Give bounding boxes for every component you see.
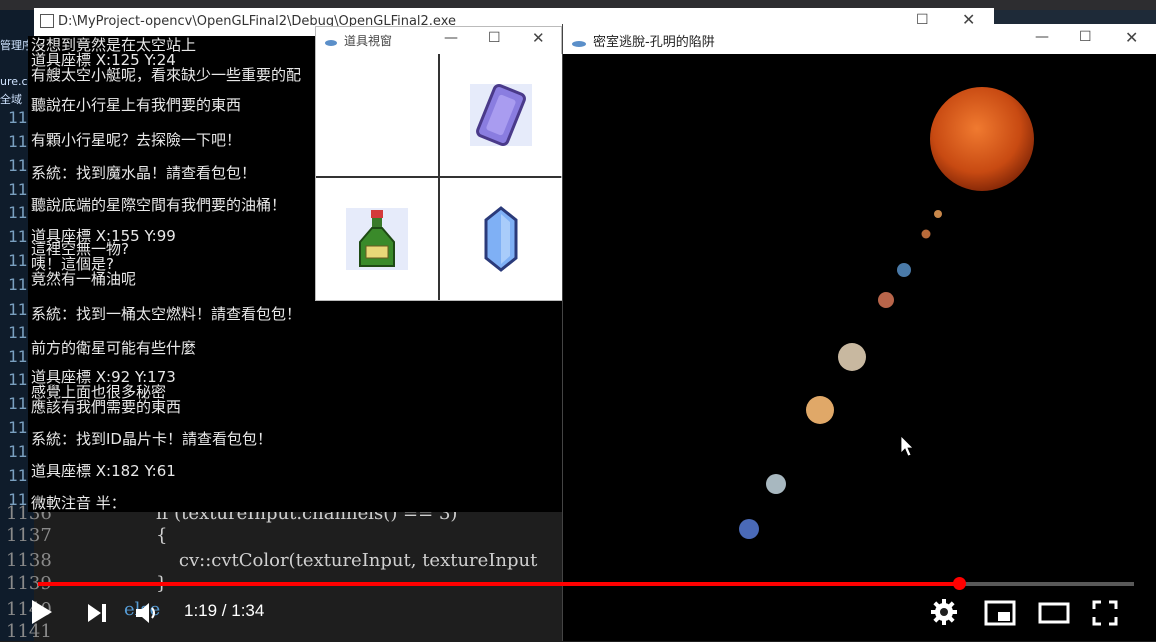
code-line: { [156,525,168,546]
minimize-icon[interactable]: — [444,30,458,46]
items-window-title: 道具視窗 [344,34,393,48]
purple-crystal-card-icon [470,83,532,147]
console-line: 微軟注音 半： [31,494,126,512]
console-line: 聽說在小行星上有我們要的東西 [31,96,242,114]
console-line: 道具座標 X:182 Y:61 [31,462,176,480]
uranus-planet[interactable] [766,474,786,494]
maximize-icon[interactable]: ☐ [1079,29,1092,45]
blue-crystal-icon [484,206,518,272]
console-line: 竟然有一桶油呢 [31,270,137,288]
line-number: 1137 [6,525,52,546]
progress-bar-played [38,582,959,586]
console-line: 系統：找到魔水晶！請查看包包！ [31,164,257,182]
mercury-planet[interactable] [934,210,942,218]
line-number: 1138 [6,550,52,571]
jupiter-planet[interactable] [838,343,866,371]
green-fuel-bottle-icon [346,208,408,270]
code-line: cv::cvtColor(textureInput, textureInput [156,550,538,571]
console-line: 聽說底端的星際空間有我們要的油桶！ [31,196,287,214]
inventory-slot-empty[interactable] [316,54,438,176]
minimize-icon[interactable]: — [1035,29,1049,45]
game-window[interactable]: 密室逃脫-孔明的陷阱 — ☐ ✕ [562,24,1156,641]
play-button[interactable] [30,598,54,630]
theater-icon [1038,602,1070,624]
console-line: 有艘太空小艇呢，看來缺少一些重要的配 [31,66,302,84]
sun-planet[interactable] [930,87,1034,191]
progress-scrubber[interactable] [952,577,966,590]
items-window[interactable]: 道具視窗 — ☐ ✕ [315,26,562,301]
neptune-planet[interactable] [739,519,759,539]
fullscreen-button[interactable] [1092,600,1118,630]
settings-button[interactable] [930,598,958,630]
inventory-slot-2[interactable] [316,178,438,300]
gear-icon [931,599,957,625]
volume-icon [136,603,155,623]
game-titlebar[interactable]: 密室逃脫-孔明的陷阱 — ☐ ✕ [563,24,1156,54]
mouse-cursor-icon [900,435,914,457]
close-icon[interactable]: ✕ [1125,28,1138,47]
next-icon [88,604,106,622]
venus-planet[interactable] [921,229,931,239]
theater-mode-button[interactable] [1038,602,1070,628]
console-line: 系統：找到一桶太空燃料！請查看包包！ [31,305,302,323]
close-icon[interactable]: ✕ [532,29,545,47]
code-editor[interactable]: 1136 1137 1138 1139 1140 1141 if (textur… [6,503,562,642]
game-window-title: 密室逃脫-孔明的陷阱 [593,35,715,50]
console-line: 有顆小行星呢？去探險一下吧！ [31,131,242,149]
game-window-icon [571,34,587,47]
miniplayer-icon [984,600,1016,626]
inventory-slot-1[interactable] [440,54,562,176]
console-line: 系統：找到ID晶片卡！請查看包包！ [31,430,272,448]
saturn-planet[interactable] [806,396,834,424]
space-scene[interactable] [563,54,1156,641]
fullscreen-icon [1092,600,1118,626]
earth-planet[interactable] [897,263,911,277]
miniplayer-button[interactable] [984,600,1016,630]
inventory-grid [316,54,562,300]
time-display: 1:19 / 1:34 [184,601,265,620]
console-line: 前方的衛星可能有些什麼 [31,339,197,357]
items-window-icon [324,33,338,46]
inventory-slot-3[interactable] [440,178,562,300]
volume-button[interactable] [134,600,160,630]
console-line: 應該有我們需要的東西 [31,398,182,416]
mars-planet[interactable] [878,292,894,308]
play-icon [32,600,52,624]
console-app-icon [40,14,54,28]
maximize-icon[interactable]: ☐ [488,30,501,46]
next-button[interactable] [86,602,108,628]
